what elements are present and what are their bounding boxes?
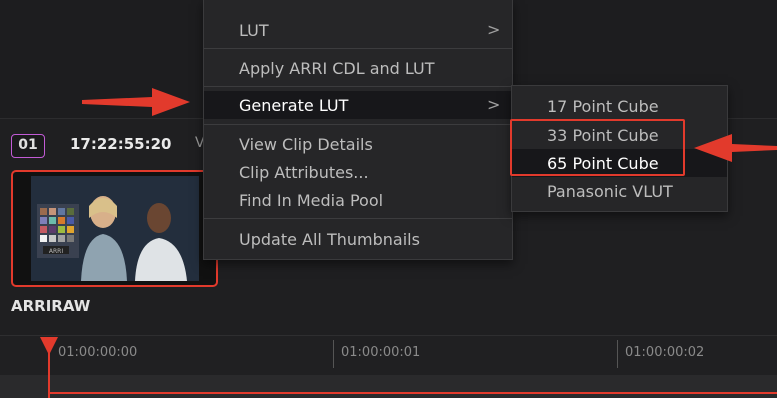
menu-item-label: Clip Attributes... bbox=[239, 163, 369, 182]
menu-item-find-in-media-pool[interactable]: Find In Media Pool bbox=[204, 186, 512, 214]
thumbnail-image: ARRI bbox=[31, 176, 199, 281]
menu-item-label: View Clip Details bbox=[239, 135, 373, 154]
ruler-tick bbox=[617, 340, 618, 368]
clip-number-badge: 01 bbox=[11, 134, 45, 158]
chevron-right-icon: > bbox=[487, 95, 501, 114]
submenu-item-label: Panasonic VLUT bbox=[547, 182, 673, 201]
ruler-label: 01:00:00:01 bbox=[341, 345, 421, 360]
menu-item-generate-lut[interactable]: Generate LUT > bbox=[204, 91, 512, 119]
context-menu: LUT > Apply ARRI CDL and LUT Generate LU… bbox=[203, 0, 513, 260]
menu-divider bbox=[204, 218, 512, 219]
timeline-track[interactable] bbox=[0, 375, 777, 398]
menu-item-label: Apply ARRI CDL and LUT bbox=[239, 59, 435, 78]
submenu-item-17-point-cube[interactable]: 17 Point Cube bbox=[512, 92, 727, 120]
menu-item-lut[interactable]: LUT > bbox=[204, 16, 512, 44]
annotation-arrow-left-icon bbox=[694, 134, 777, 162]
ruler-tick bbox=[333, 340, 334, 368]
track-marker-line bbox=[48, 392, 777, 394]
menu-item-label: LUT bbox=[239, 21, 269, 40]
ruler-label: 01:00:00:02 bbox=[625, 345, 705, 360]
menu-divider bbox=[204, 86, 512, 87]
menu-item-view-clip-details[interactable]: View Clip Details bbox=[204, 130, 512, 158]
menu-item-update-all-thumbnails[interactable]: Update All Thumbnails bbox=[204, 225, 512, 253]
thumbnail-logo: ARRI bbox=[49, 248, 63, 255]
clip-name: ARRIRAW bbox=[11, 297, 91, 315]
menu-item-apply-arri-cdl-lut[interactable]: Apply ARRI CDL and LUT bbox=[204, 54, 512, 82]
clip-thumbnail[interactable]: ARRI bbox=[11, 170, 218, 287]
menu-divider bbox=[204, 48, 512, 49]
submenu-item-label: 65 Point Cube bbox=[547, 154, 659, 173]
menu-divider bbox=[204, 124, 512, 125]
submenu-item-label: 17 Point Cube bbox=[547, 97, 659, 116]
menu-item-label: Generate LUT bbox=[239, 96, 349, 115]
playhead-line[interactable] bbox=[48, 350, 50, 398]
menu-item-label: Find In Media Pool bbox=[239, 191, 384, 210]
ruler-label: 01:00:00:00 bbox=[58, 345, 138, 360]
menu-item-clip-attributes[interactable]: Clip Attributes... bbox=[204, 158, 512, 186]
chevron-right-icon: > bbox=[487, 20, 501, 39]
submenu-item-label: 33 Point Cube bbox=[547, 126, 659, 145]
clip-timecode: 17:22:55:20 bbox=[70, 135, 172, 153]
submenu-item-panasonic-vlut[interactable]: Panasonic VLUT bbox=[512, 177, 727, 205]
annotation-arrow-right-icon bbox=[82, 88, 190, 116]
menu-item-label: Update All Thumbnails bbox=[239, 230, 420, 249]
playhead-handle[interactable] bbox=[40, 337, 58, 355]
